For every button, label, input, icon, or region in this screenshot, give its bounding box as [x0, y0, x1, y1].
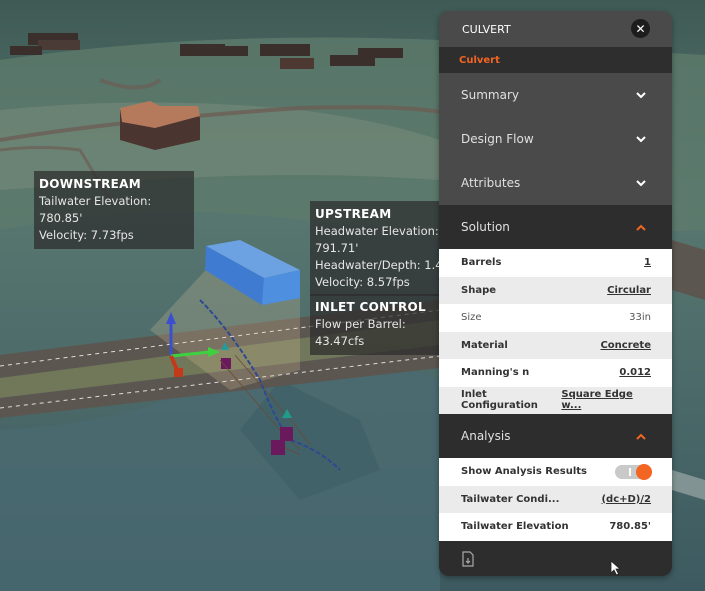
section-label: Analysis: [461, 429, 511, 443]
solution-rows: Barrels 1 Shape Circular Size 33in Material…: [439, 249, 672, 414]
tailwater-condition-value-link[interactable]: (dc+D)/2: [601, 494, 651, 505]
size-value: 33in: [629, 312, 651, 324]
row-barrels: Barrels 1: [439, 249, 672, 277]
callout-title: INLET CONTROL: [315, 300, 426, 314]
section-design-flow[interactable]: Design Flow: [439, 117, 672, 161]
section-analysis[interactable]: Analysis: [439, 414, 672, 458]
material-value-link[interactable]: Concrete: [600, 340, 651, 351]
section-label: Solution: [461, 220, 510, 234]
downstream-callout: DOWNSTREAM Tailwater Elevation: 780.85' …: [34, 171, 194, 249]
section-label: Attributes: [461, 176, 521, 190]
row-label: Tailwater Elevation: [461, 521, 569, 533]
row-mannings-n: Manning's n 0.012: [439, 359, 672, 387]
section-solution[interactable]: Solution: [439, 205, 672, 249]
chevron-down-icon: [636, 91, 646, 99]
chevron-down-icon: [636, 179, 646, 187]
section-summary[interactable]: Summary: [439, 73, 672, 117]
callout-title: DOWNSTREAM: [39, 177, 141, 191]
tailwater-elevation-value: 780.85': [609, 521, 651, 533]
export-document-icon[interactable]: [462, 550, 474, 571]
row-size: Size 33in: [439, 304, 672, 332]
panel-subtitle: Culvert: [439, 47, 672, 73]
inlet-configuration-value-link[interactable]: Square Edge w...: [561, 389, 651, 411]
row-material: Material Concrete: [439, 331, 672, 359]
row-shape: Shape Circular: [439, 276, 672, 304]
toggle-on-mark: [629, 467, 631, 476]
show-analysis-results-toggle[interactable]: [615, 463, 652, 480]
section-label: Summary: [461, 88, 519, 102]
row-label: Manning's n: [461, 367, 530, 379]
chevron-up-icon: [636, 433, 646, 440]
chevron-up-icon: [636, 224, 646, 231]
row-tailwater-elevation: Tailwater Elevation 780.85': [439, 513, 672, 541]
row-label: Barrels: [461, 257, 502, 269]
barrels-value-link[interactable]: 1: [644, 257, 651, 268]
culvert-panel: CULVERT ✕ Culvert Summary Design Flow At…: [439, 11, 672, 576]
row-show-analysis-results: Show Analysis Results: [439, 458, 672, 486]
close-icon: ✕: [635, 21, 646, 36]
section-attributes[interactable]: Attributes: [439, 161, 672, 205]
toggle-knob: [636, 463, 652, 480]
row-label: Shape: [461, 284, 497, 296]
tailwater-elevation-text: Tailwater Elevation: 780.85': [39, 194, 152, 225]
row-label: Size: [461, 312, 482, 324]
row-label: Show Analysis Results: [461, 466, 587, 478]
panel-header: CULVERT ✕: [439, 11, 672, 47]
panel-footer: [439, 540, 672, 576]
row-inlet-configuration: Inlet Configuration Square Edge w...: [439, 386, 672, 414]
mouse-pointer-icon: [610, 560, 622, 580]
row-label: Tailwater Condi...: [461, 493, 560, 505]
inlet-control-callout: INLET CONTROL Flow per Barrel: 43.47cfs: [310, 294, 456, 355]
panel-title: CULVERT: [462, 22, 511, 36]
close-button[interactable]: ✕: [631, 19, 650, 38]
chevron-down-icon: [636, 135, 646, 143]
mannings-n-value-link[interactable]: 0.012: [619, 367, 651, 378]
velocity-text: Velocity: 7.73fps: [39, 228, 134, 242]
section-label: Design Flow: [461, 132, 534, 146]
flow-per-barrel-text: Flow per Barrel: 43.47cfs: [315, 317, 406, 348]
shape-value-link[interactable]: Circular: [607, 285, 651, 296]
row-tailwater-condition: Tailwater Condi... (dc+D)/2: [439, 485, 672, 513]
analysis-rows: Show Analysis Results Tailwater Condi...…: [439, 458, 672, 541]
row-label: Inlet Configuration: [461, 389, 538, 412]
row-label: Material: [461, 339, 508, 351]
